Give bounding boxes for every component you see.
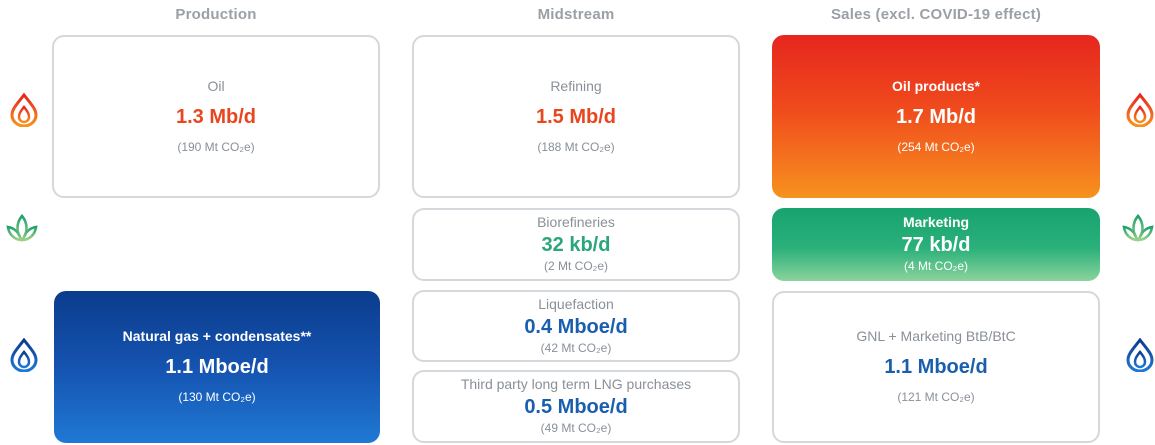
- card-biorefineries: Biorefineries 32 kb/d (2 Mt CO₂e): [412, 208, 740, 281]
- card-value: 0.4 Mboe/d: [524, 315, 628, 338]
- card-label: Marketing: [902, 214, 970, 231]
- card-emissions: (4 Mt CO₂e): [904, 259, 968, 274]
- column-header-production: Production: [175, 6, 257, 23]
- card-emissions: (188 Mt CO₂e): [537, 139, 615, 154]
- card-liquefaction: Liquefaction 0.4 Mboe/d (42 Mt CO₂e): [412, 290, 740, 362]
- card-emissions: (254 Mt CO₂e): [897, 139, 975, 154]
- card-label: Third party long term LNG purchases: [460, 376, 692, 393]
- card-natural-gas: Natural gas + condensates** 1.1 Mboe/d (…: [54, 291, 380, 443]
- card-emissions: (121 Mt CO₂e): [897, 390, 975, 405]
- card-emissions: (49 Mt CO₂e): [540, 421, 612, 436]
- gas-drop-flame-icon: [1126, 338, 1154, 372]
- card-value: 1.1 Mboe/d: [165, 356, 269, 379]
- card-label: Biorefineries: [537, 214, 615, 231]
- card-label: Refining: [550, 77, 602, 94]
- card-emissions: (190 Mt CO₂e): [177, 139, 255, 154]
- column-header-midstream: Midstream: [537, 6, 615, 23]
- card-emissions: (2 Mt CO₂e): [544, 259, 608, 274]
- card-label: Natural gas + condensates**: [122, 328, 312, 345]
- card-label: Oil products*: [892, 77, 980, 94]
- card-gnl-marketing: GNL + Marketing BtB/BtC 1.1 Mboe/d (121 …: [772, 291, 1100, 443]
- card-lng-purchases: Third party long term LNG purchases 0.5 …: [412, 370, 740, 443]
- card-emissions: (130 Mt CO₂e): [178, 390, 256, 405]
- card-value: 0.5 Mboe/d: [524, 396, 628, 419]
- card-value: 1.1 Mboe/d: [884, 356, 988, 379]
- card-value: 32 kb/d: [541, 234, 611, 257]
- card-value: 1.5 Mb/d: [535, 105, 616, 128]
- gas-drop-flame-icon: [10, 338, 38, 372]
- leaf-lotus-icon: [6, 214, 38, 246]
- oil-drop-flame-icon: [1126, 93, 1154, 127]
- card-value: 1.3 Mb/d: [175, 105, 256, 128]
- card-oil: Oil 1.3 Mb/d (190 Mt CO₂e): [52, 35, 380, 198]
- card-value: 77 kb/d: [901, 234, 971, 257]
- card-label: Liquefaction: [538, 295, 614, 312]
- card-refining: Refining 1.5 Mb/d (188 Mt CO₂e): [412, 35, 740, 198]
- card-value: 1.7 Mb/d: [895, 105, 976, 128]
- card-emissions: (42 Mt CO₂e): [540, 340, 612, 355]
- column-header-sales: Sales (excl. COVID-19 effect): [830, 6, 1042, 23]
- card-label: GNL + Marketing BtB/BtC: [856, 328, 1016, 345]
- card-label: Oil: [207, 77, 225, 94]
- card-marketing: Marketing 77 kb/d (4 Mt CO₂e): [772, 208, 1100, 281]
- oil-drop-flame-icon: [10, 93, 38, 127]
- card-oil-products: Oil products* 1.7 Mb/d (254 Mt CO₂e): [772, 35, 1100, 198]
- leaf-lotus-icon: [1122, 214, 1154, 246]
